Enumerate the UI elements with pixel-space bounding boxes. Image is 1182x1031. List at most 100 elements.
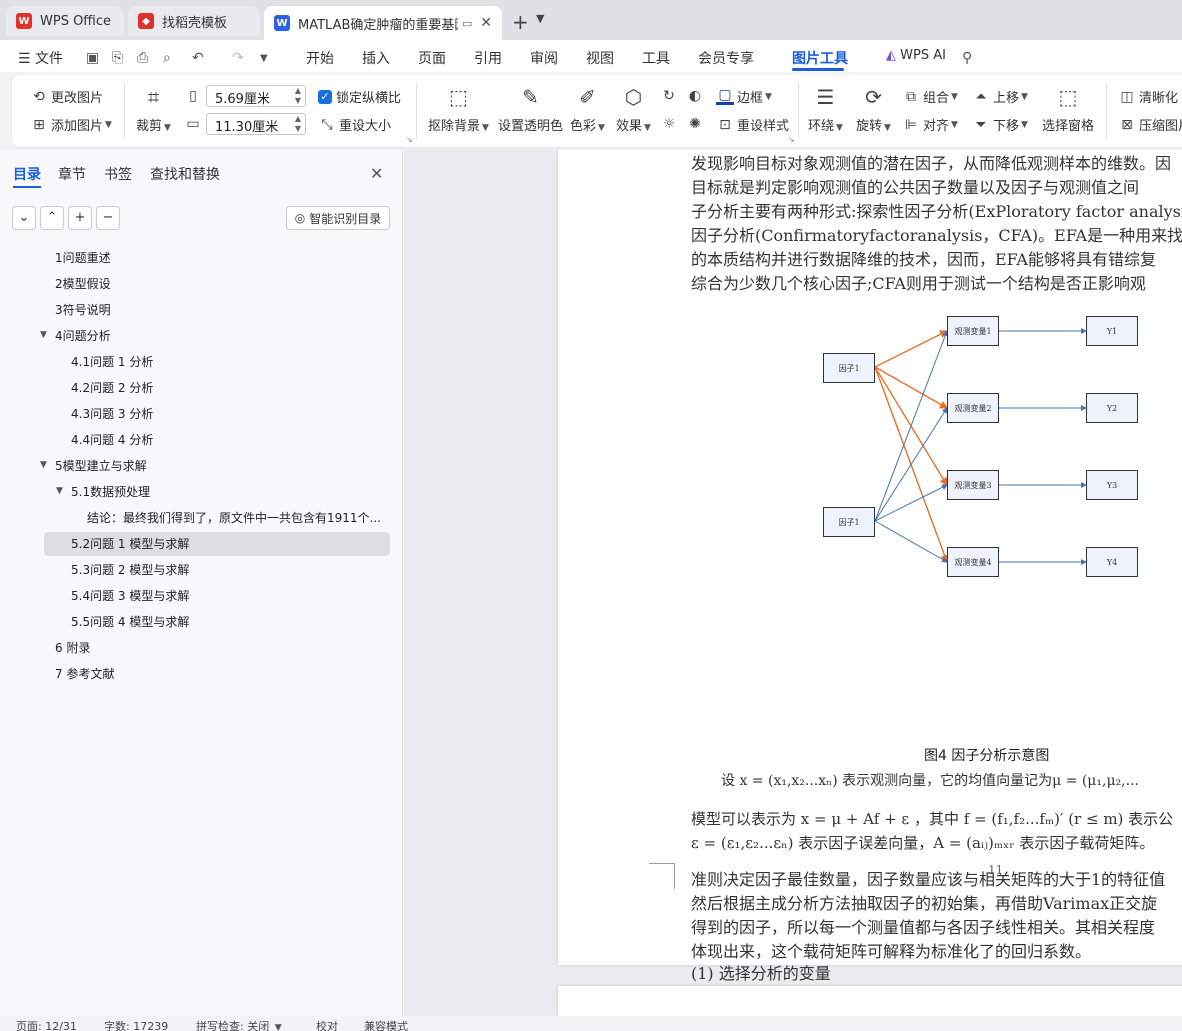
color-button[interactable]: ✐ 色彩 ▼: [570, 83, 605, 134]
menu-tools[interactable]: 工具: [642, 48, 670, 68]
output-box: Y2: [1086, 393, 1138, 423]
collapse-all-button[interactable]: ⌄: [12, 206, 36, 230]
menu-page[interactable]: 页面: [418, 48, 446, 68]
menu-picture-tools[interactable]: 图片工具: [792, 48, 848, 68]
border-label: 边框: [737, 91, 764, 106]
output-box: Y1: [1086, 316, 1138, 346]
next-page[interactable]: [558, 986, 1182, 1016]
tab-label: WPS Office: [40, 13, 112, 29]
print-preview-icon[interactable]: ⌕: [163, 50, 171, 66]
undo-icon[interactable]: ↶: [192, 50, 204, 66]
new-tab-icon[interactable]: +: [512, 10, 529, 34]
tab-chapters[interactable]: 章节: [58, 164, 86, 184]
move-up-button[interactable]: ⏶ 上移 ▼: [972, 87, 1028, 107]
add-heading-button[interactable]: +: [68, 206, 92, 230]
reset-style-label: 重设样式: [737, 119, 790, 134]
redo-icon[interactable]: ↷: [232, 50, 244, 66]
height-input[interactable]: 11.30厘米 ▲ ▼: [206, 113, 306, 135]
menu-start[interactable]: 开始: [306, 48, 334, 68]
toc-item-selected[interactable]: 5.2问题 1 模型与求解: [44, 532, 390, 556]
rotate-left-icon[interactable]: ↻: [660, 87, 681, 105]
add-image-button[interactable]: ⊞ 添加图片 ▼: [30, 115, 112, 135]
width-value: 5.69厘米: [215, 92, 270, 107]
tab-templates[interactable]: ◆ 找稻壳模板: [128, 6, 260, 36]
border-button[interactable]: ▢ 边框 ▼: [716, 87, 772, 106]
page-indicator[interactable]: 页面: 12/31: [16, 1018, 77, 1031]
toc-item[interactable]: 4.4问题 4 分析: [44, 428, 390, 452]
set-transparent-button[interactable]: ✎ 设置透明色: [498, 83, 563, 134]
reset-size-button[interactable]: ⤡ 重设大小: [318, 115, 391, 135]
toc-item[interactable]: 1问题重述: [44, 246, 390, 270]
tab-wps-office[interactable]: W WPS Office: [6, 6, 124, 36]
wps-ai-button[interactable]: ◭ WPS AI: [886, 48, 946, 63]
paragraph-line: 的本质结构并进行数据降维的技术，因而，EFA能够将具有错综复: [691, 250, 1156, 269]
sharpen-button[interactable]: ◫ 清晰化: [1118, 87, 1178, 107]
smart-toc-button[interactable]: ◎ 智能识别目录: [286, 206, 390, 230]
spell-check-toggle[interactable]: 拼写检查: 关闭 ▼: [196, 1018, 282, 1031]
selection-pane-button[interactable]: ⬚ 选择窗格: [1042, 83, 1094, 134]
toc-item[interactable]: 4.3问题 3 分析: [44, 402, 390, 426]
toc-item[interactable]: 5.1数据预处理: [44, 480, 390, 504]
toc-item[interactable]: 5.3问题 2 模型与求解: [44, 558, 390, 582]
close-panel-icon[interactable]: ✕: [370, 164, 383, 183]
toc-item[interactable]: 2模型假设: [44, 272, 390, 296]
spinner-icon[interactable]: ▲ ▼: [295, 86, 301, 106]
change-image-button[interactable]: ⟲ 更改图片: [30, 87, 103, 107]
export-icon[interactable]: ⎘: [112, 50, 123, 66]
brightness-down-icon[interactable]: ✺: [686, 115, 707, 133]
print-icon[interactable]: ⎙: [137, 50, 148, 66]
menu-review[interactable]: 审阅: [530, 48, 558, 68]
group-button[interactable]: ⧉ 组合 ▼: [902, 87, 958, 107]
reset-style-button[interactable]: ⊡ 重设样式: [716, 115, 790, 135]
toc-item[interactable]: 3符号说明: [44, 298, 390, 322]
compat-mode-label: 兼容模式: [364, 1020, 408, 1031]
expand-dialog-icon[interactable]: ↘: [406, 135, 413, 144]
effect-button[interactable]: ⬡ 效果 ▼: [616, 83, 651, 134]
toc-item[interactable]: 4.2问题 2 分析: [44, 376, 390, 400]
tab-find-replace[interactable]: 查找和替换: [150, 164, 220, 184]
menu-insert[interactable]: 插入: [362, 48, 390, 68]
remove-background-button[interactable]: ⬚ 抠除背景 ▼: [428, 83, 489, 134]
tab-bookmarks[interactable]: 书签: [104, 164, 132, 184]
lock-ratio-checkbox[interactable]: ✓ 锁定纵横比: [318, 87, 401, 106]
send-backward-icon: ⏷: [975, 116, 987, 133]
toc-item[interactable]: 5模型建立与求解: [44, 454, 390, 478]
window-icon[interactable]: ▭: [462, 17, 472, 30]
expand-dialog-icon[interactable]: ↘: [788, 135, 795, 144]
remove-heading-button[interactable]: −: [96, 206, 120, 230]
search-icon[interactable]: ⚲: [962, 50, 972, 66]
crop-button[interactable]: ⌗ 裁剪 ▼: [136, 83, 171, 134]
proofread-button[interactable]: 校对: [316, 1018, 338, 1031]
compress-button[interactable]: ⊠ 压缩图片: [1118, 115, 1182, 135]
wrap-button[interactable]: ☰ 环绕 ▼: [808, 83, 843, 134]
tab-document[interactable]: W MATLAB确定肿瘤的重要基因 ▭ ✕: [264, 6, 502, 40]
toc-item[interactable]: 4问题分析: [44, 324, 390, 348]
rotate-button[interactable]: ⟳ 旋转 ▼: [856, 83, 891, 134]
close-tab-icon[interactable]: ✕: [480, 15, 492, 31]
toc-item[interactable]: 6 附录: [44, 636, 390, 660]
more-chevron-icon[interactable]: ▼: [260, 53, 268, 64]
rotate-label: 旋转: [856, 119, 883, 134]
save-icon[interactable]: ▣: [86, 50, 99, 66]
toc-item[interactable]: 4.1问题 1 分析: [44, 350, 390, 374]
spinner-icon[interactable]: ▲ ▼: [295, 114, 301, 134]
menu-member[interactable]: 会员专享: [698, 48, 754, 68]
tab-toc[interactable]: 目录: [13, 164, 41, 184]
expand-up-button[interactable]: ⌃: [40, 206, 64, 230]
word-count[interactable]: 字数: 17239: [104, 1018, 168, 1031]
brightness-up-icon[interactable]: ☼: [660, 115, 681, 133]
file-menu[interactable]: ☰ 文件: [18, 48, 63, 68]
align-button[interactable]: ⊫ 对齐 ▼: [902, 115, 958, 135]
menu-view[interactable]: 视图: [586, 48, 614, 68]
width-input[interactable]: 5.69厘米 ▲ ▼: [206, 85, 306, 107]
move-down-button[interactable]: ⏷ 下移 ▼: [972, 115, 1028, 135]
document-canvas[interactable]: 发现影响目标对象观测值的潜在因子，从而降低观测样本的维数。因 目标就是判定影响观…: [404, 150, 1182, 1016]
menu-reference[interactable]: 引用: [474, 48, 502, 68]
factor-analysis-figure[interactable]: 因子1 因子1 观测变量1 观测变量2 观测变量3 观测变量4 Y1 Y2 Y3…: [823, 315, 1143, 580]
toc-item[interactable]: 7 参考文献: [44, 662, 390, 686]
toc-item[interactable]: 5.5问题 4 模型与求解: [44, 610, 390, 634]
toc-item[interactable]: 结论：最终我们得到了，原文件中一共包含有1911个...: [44, 506, 390, 530]
contrast-icon[interactable]: ◐: [686, 87, 707, 105]
chevron-down-icon[interactable]: ▼: [536, 12, 544, 25]
toc-item[interactable]: 5.4问题 3 模型与求解: [44, 584, 390, 608]
